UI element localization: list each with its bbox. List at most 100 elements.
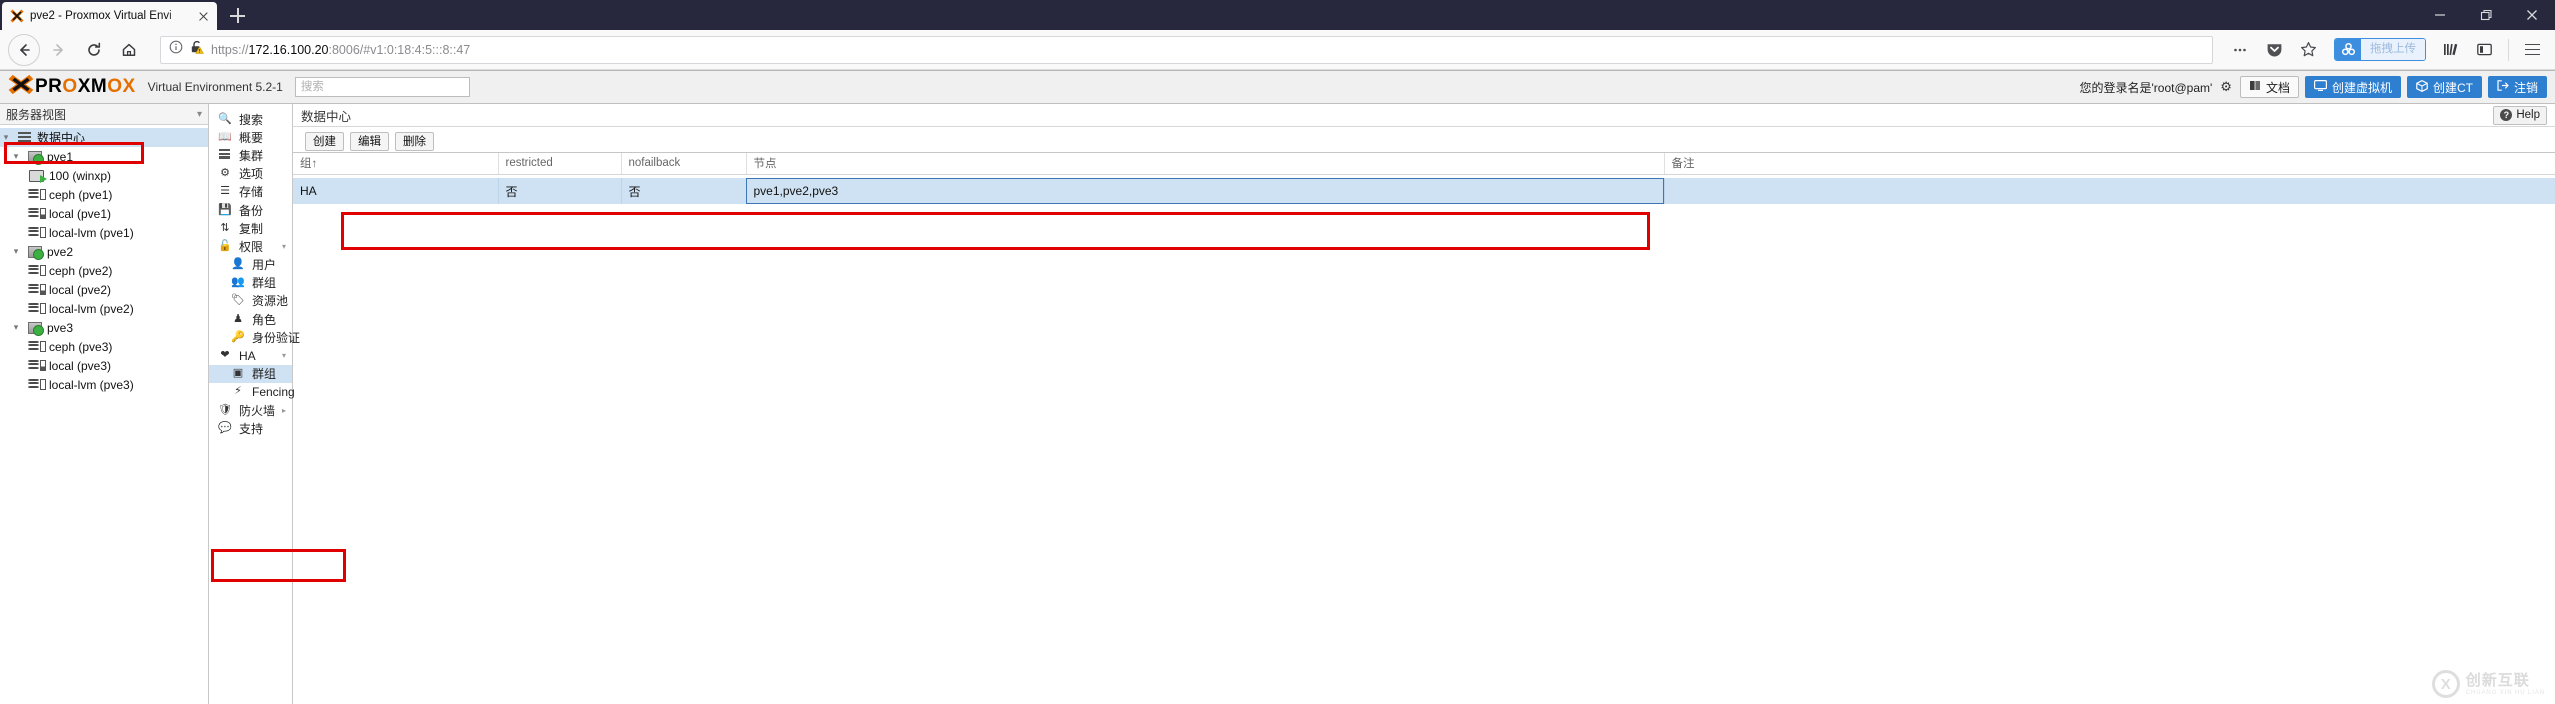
column-header-comment[interactable]: 备注 bbox=[1664, 153, 2555, 175]
create-ct-label: 创建CT bbox=[2432, 80, 2473, 95]
proxmox-x-icon bbox=[10, 9, 24, 23]
menu-item-ha-groups[interactable]: ▣ 群组 bbox=[209, 364, 292, 383]
menu-item-support[interactable]: 💬 支持 bbox=[209, 419, 292, 437]
cell-restricted[interactable]: 否 bbox=[498, 178, 622, 204]
save-icon: 💾 bbox=[218, 203, 232, 216]
home-icon[interactable] bbox=[113, 34, 145, 66]
help-button[interactable]: ? Help bbox=[2493, 105, 2547, 125]
tree-item-storage-local-pve1[interactable]: local (pve1) bbox=[0, 204, 208, 223]
reload-icon[interactable] bbox=[78, 34, 110, 66]
tree-item-pve2[interactable]: ▾ pve2 bbox=[0, 242, 208, 261]
storage-icon: ☰ bbox=[220, 185, 230, 198]
hamburger-menu-icon[interactable] bbox=[2517, 35, 2547, 65]
column-header-nofailback[interactable]: nofailback bbox=[621, 153, 747, 175]
watermark-logo-icon: X bbox=[2431, 670, 2460, 698]
menu-item-cluster[interactable]: 集群 bbox=[209, 146, 292, 164]
menu-item-options[interactable]: ⚙ 选项 bbox=[209, 165, 292, 183]
tree-item-storage-ceph-pve1[interactable]: ceph (pve1) bbox=[0, 185, 208, 204]
back-arrow-icon[interactable] bbox=[8, 33, 40, 66]
chevron-down-icon[interactable]: ▾ bbox=[282, 242, 286, 251]
menu-item-firewall[interactable]: 🛡 防火墙 ▸ bbox=[209, 401, 292, 419]
maximize-icon[interactable] bbox=[2463, 0, 2509, 30]
tree-item-pve1[interactable]: ▾ pve1 bbox=[0, 147, 208, 166]
remove-button[interactable]: 删除 bbox=[395, 131, 434, 151]
tree-item-storage-ceph-pve3[interactable]: ceph (pve3) bbox=[0, 337, 208, 356]
cell-nodes[interactable]: pve1,pve2,pve3 bbox=[746, 178, 1665, 204]
watermark-cn: 创新互联 bbox=[2465, 671, 2530, 689]
close-icon[interactable] bbox=[196, 9, 211, 24]
logout-label: 注销 bbox=[2513, 80, 2538, 95]
table-row[interactable]: HA 否 否 pve1,pve2,pve3 bbox=[293, 178, 2555, 204]
menu-item-ha[interactable]: ❤ HA ▾ bbox=[209, 346, 292, 364]
new-tab-plus-icon[interactable] bbox=[225, 3, 251, 29]
window-close-icon[interactable] bbox=[2509, 0, 2555, 30]
ha-group-icon: ▣ bbox=[232, 367, 244, 380]
menu-item-label: Fencing bbox=[252, 384, 295, 399]
search-input[interactable]: 搜索 bbox=[294, 77, 470, 97]
minimize-icon[interactable] bbox=[2417, 0, 2463, 30]
menu-item-users[interactable]: 👤 用户 bbox=[209, 256, 292, 274]
tree-item-storage-ceph-pve2[interactable]: ceph (pve2) bbox=[0, 261, 208, 280]
gear-icon[interactable]: ⚙ bbox=[2218, 79, 2234, 95]
tree-item-vm-100[interactable]: 100 (winxp) bbox=[0, 166, 208, 185]
cloud-upload-icon bbox=[2335, 39, 2361, 60]
menu-item-label: 权限 bbox=[239, 239, 264, 254]
menu-item-replication[interactable]: ⇅ 复制 bbox=[209, 219, 292, 237]
create-vm-button[interactable]: 创建虚拟机 bbox=[2304, 76, 2401, 98]
menu-item-backup[interactable]: 💾 备份 bbox=[209, 201, 292, 219]
create-ct-button[interactable]: 创建CT bbox=[2406, 76, 2482, 98]
edit-button[interactable]: 编辑 bbox=[350, 131, 389, 151]
tree-item-storage-local-lvm-pve3[interactable]: local-lvm (pve3) bbox=[0, 375, 208, 394]
address-bar[interactable]: https://172.16.100.20:8006/#v1:0:18:4:5:… bbox=[160, 35, 2213, 64]
create-button[interactable]: 创建 bbox=[305, 131, 344, 151]
cell-nofailback[interactable]: 否 bbox=[621, 178, 747, 204]
cell-comment[interactable] bbox=[1664, 178, 2555, 204]
cell-group[interactable]: HA bbox=[293, 178, 499, 204]
menu-item-permissions[interactable]: 🔓 权限 ▾ bbox=[209, 237, 292, 255]
star-icon[interactable] bbox=[2292, 34, 2324, 66]
storage-icon bbox=[27, 189, 46, 200]
sidebar-icon[interactable] bbox=[2468, 34, 2500, 66]
drag-upload-button[interactable]: 拖拽上传 bbox=[2334, 38, 2426, 61]
chevron-down-icon[interactable]: ▾ bbox=[282, 351, 286, 360]
menu-item-search[interactable]: 🔍 搜索 bbox=[209, 110, 292, 128]
menu-item-fencing[interactable]: ⚡ Fencing bbox=[209, 383, 295, 401]
column-header-restricted[interactable]: restricted bbox=[498, 153, 622, 175]
tree-item-datacenter[interactable]: ▾ 数据中心 bbox=[0, 128, 208, 147]
tree-item-storage-local-lvm-pve2[interactable]: local-lvm (pve2) bbox=[0, 299, 208, 318]
menu-item-label: HA bbox=[239, 348, 256, 363]
chevron-down-icon[interactable]: ▾ bbox=[197, 109, 202, 120]
help-icon: ? bbox=[2500, 109, 2513, 121]
menu-item-groups[interactable]: 👥 群组 bbox=[209, 274, 292, 292]
menu-item-authentication[interactable]: 🔑 身份验证 bbox=[209, 328, 300, 346]
tree-item-storage-local-lvm-pve1[interactable]: local-lvm (pve1) bbox=[0, 223, 208, 242]
expander-icon[interactable]: ▾ bbox=[0, 132, 12, 143]
menu-item-label: 防火墙 bbox=[239, 403, 276, 418]
browser-tab[interactable]: pve2 - Proxmox Virtual Envi bbox=[2, 2, 217, 30]
menu-item-pools[interactable]: 🏷 资源池 bbox=[209, 292, 292, 310]
user-icon: 👤 bbox=[231, 258, 245, 271]
server-view-header[interactable]: 服务器视图 ▾ bbox=[0, 104, 208, 125]
url-text: https://172.16.100.20:8006/#v1:0:18:4:5:… bbox=[211, 43, 470, 57]
users-icon: 👥 bbox=[231, 276, 245, 289]
docs-button[interactable]: 文档 bbox=[2239, 76, 2299, 98]
ellipsis-icon[interactable] bbox=[2224, 34, 2256, 66]
cube-icon bbox=[2416, 79, 2428, 95]
page-info-icon[interactable] bbox=[169, 40, 183, 59]
tree-item-storage-local-pve2[interactable]: local (pve2) bbox=[0, 280, 208, 299]
expander-icon[interactable]: ▾ bbox=[10, 246, 22, 257]
menu-item-summary[interactable]: 📖 概要 bbox=[209, 128, 292, 146]
chevron-right-icon[interactable]: ▸ bbox=[282, 406, 286, 415]
menu-item-storage[interactable]: ☰ 存储 bbox=[209, 183, 292, 201]
expander-icon[interactable]: ▾ bbox=[10, 322, 22, 333]
menu-item-roles[interactable]: ♟ 角色 bbox=[209, 310, 292, 328]
expander-icon[interactable]: ▾ bbox=[10, 151, 22, 162]
tree-item-storage-local-pve3[interactable]: local (pve3) bbox=[0, 356, 208, 375]
lock-warning-icon[interactable] bbox=[190, 40, 204, 60]
pocket-shield-icon[interactable] bbox=[2258, 34, 2290, 66]
column-header-nodes[interactable]: 节点 bbox=[746, 153, 1665, 175]
logout-button[interactable]: 注销 bbox=[2487, 76, 2547, 98]
library-icon[interactable] bbox=[2434, 34, 2466, 66]
column-header-group[interactable]: 组↑ bbox=[293, 153, 499, 175]
tree-item-pve3[interactable]: ▾ pve3 bbox=[0, 318, 208, 337]
